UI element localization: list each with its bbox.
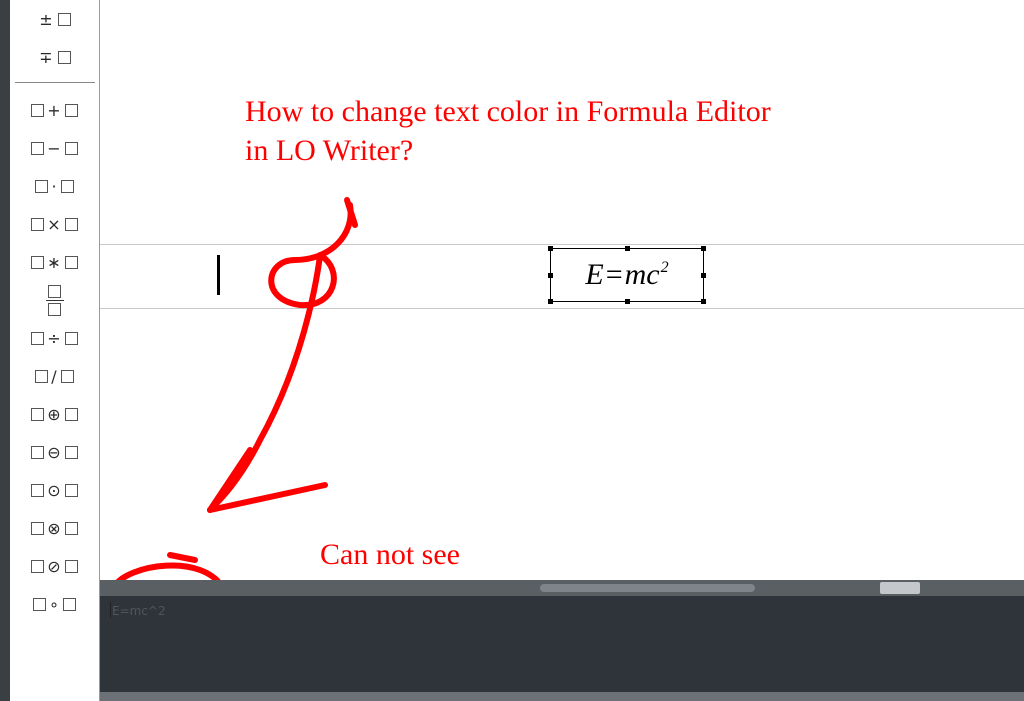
formula-render: E=mc2 bbox=[585, 258, 668, 292]
app-root: ± ∓ + − · × ∗ ÷ / ⊕ ⊖ ⊙ ⊗ ⊘ ∘ bbox=[0, 0, 1024, 701]
op-fraction[interactable] bbox=[23, 285, 87, 315]
op-multiplication-dot[interactable]: · bbox=[23, 171, 87, 201]
op-multiplication-star[interactable]: ∗ bbox=[23, 247, 87, 277]
op-division-slash[interactable]: / bbox=[23, 361, 87, 391]
op-circled-slash[interactable]: ⊘ bbox=[23, 551, 87, 581]
op-subtraction[interactable]: − bbox=[23, 133, 87, 163]
handle-w[interactable] bbox=[548, 273, 553, 278]
annotation-cannot-see: Can not see bbox=[320, 535, 460, 574]
op-circled-minus[interactable]: ⊖ bbox=[23, 437, 87, 467]
panel-separator bbox=[15, 82, 95, 83]
annotation-question-line1: How to change text color in Formula Edit… bbox=[245, 95, 771, 128]
elements-panel: ± ∓ + − · × ∗ ÷ / ⊕ ⊖ ⊙ ⊗ ⊘ ∘ bbox=[10, 0, 100, 701]
annotation-question: How to change text color in Formula Edit… bbox=[245, 92, 771, 170]
op-circled-plus[interactable]: ⊕ bbox=[23, 399, 87, 429]
handle-ne[interactable] bbox=[701, 246, 706, 251]
formula-object-frame[interactable]: E=mc2 bbox=[550, 248, 704, 302]
formula-exponent: 2 bbox=[661, 259, 669, 276]
op-multiplication-cross[interactable]: × bbox=[23, 209, 87, 239]
handle-nw[interactable] bbox=[548, 246, 553, 251]
op-circled-dot[interactable]: ⊙ bbox=[23, 475, 87, 505]
handle-e[interactable] bbox=[701, 273, 706, 278]
pane-split-handle[interactable] bbox=[880, 582, 920, 594]
op-minus-plus[interactable]: ∓ bbox=[23, 42, 87, 72]
formula-mc: mc bbox=[625, 258, 660, 291]
command-pane-scrollbar[interactable] bbox=[100, 692, 1024, 701]
op-division[interactable]: ÷ bbox=[23, 323, 87, 353]
horizontal-scroll-thumb[interactable] bbox=[540, 584, 755, 592]
op-addition[interactable]: + bbox=[23, 95, 87, 125]
op-circled-times[interactable]: ⊗ bbox=[23, 513, 87, 543]
document-area[interactable]: E=mc2 How to change text color in Formul… bbox=[100, 0, 1024, 580]
handle-n[interactable] bbox=[625, 246, 630, 251]
text-boundary-line-bottom bbox=[100, 308, 1024, 309]
handle-s[interactable] bbox=[625, 299, 630, 304]
handle-sw[interactable] bbox=[548, 299, 553, 304]
text-boundary-line-top bbox=[100, 244, 1024, 245]
text-cursor bbox=[217, 255, 220, 295]
panel-frame-strip bbox=[0, 0, 10, 701]
command-text: E=mc^2 bbox=[112, 604, 166, 618]
annotation-question-line2: in LO Writer? bbox=[245, 134, 413, 167]
formula-E: E bbox=[585, 258, 603, 291]
formula-command-pane[interactable]: E=mc^2 bbox=[100, 596, 1024, 701]
op-small-circle[interactable]: ∘ bbox=[23, 589, 87, 619]
formula-equals: = bbox=[606, 258, 623, 291]
handle-se[interactable] bbox=[701, 299, 706, 304]
command-caret bbox=[110, 602, 111, 618]
op-plus-minus[interactable]: ± bbox=[23, 4, 87, 34]
